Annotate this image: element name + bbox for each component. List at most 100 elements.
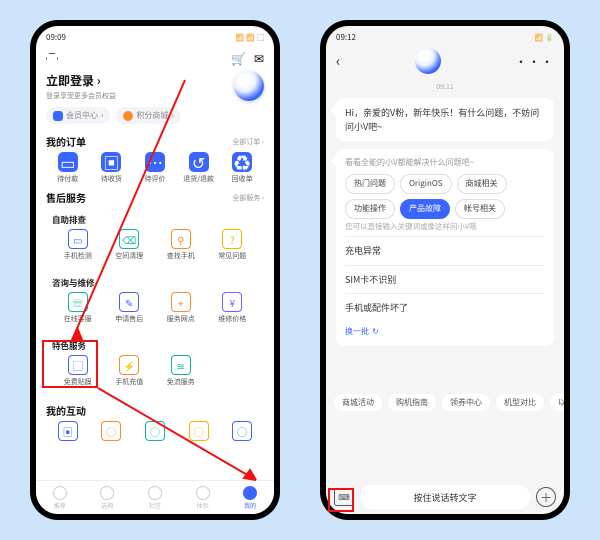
sugg-charge[interactable]: 充电异常 <box>345 236 545 265</box>
interact-5[interactable]: ◯ <box>220 421 264 441</box>
quick-coupon[interactable]: 领券中心 <box>442 394 490 411</box>
headset-icon: ☏ <box>68 292 88 312</box>
pill-points-mall[interactable]: 积分商城 › <box>116 107 180 124</box>
chip-fault[interactable]: 产品故障 <box>400 199 450 219</box>
quick-more[interactable]: 以 <box>550 394 564 411</box>
svc-find-phone[interactable]: ⚲查找手机 <box>155 229 207 261</box>
login-subtitle: 登录享受更多会员权益 <box>46 91 116 101</box>
interact-1[interactable]: ▣ <box>46 421 90 441</box>
chat-icon: ⋯ <box>145 152 165 172</box>
chip-account[interactable]: 帐号相关 <box>455 199 505 219</box>
locate-icon: ⚲ <box>171 229 191 249</box>
svc-film[interactable]: ▢免费贴膜 <box>52 355 104 387</box>
interact-icon: ◯ <box>101 421 121 441</box>
help-title: 看看全能的小V都能解决什么问题吧~ <box>345 157 545 169</box>
message-icon[interactable]: ✉ <box>254 50 264 67</box>
svc-freeflow[interactable]: ≋免流服务 <box>155 355 207 387</box>
status-icons: 📶📶▢ <box>234 32 264 43</box>
experience-icon <box>196 486 210 500</box>
shop-icon <box>100 486 114 500</box>
avatar[interactable] <box>234 71 264 101</box>
svc-recharge[interactable]: ⚡手机充值 <box>104 355 156 387</box>
phone-chat: 09:12 📶🔋 ‹ ••• 09:11 Hi，亲爱的V粉，新年快乐！有什么问题… <box>320 20 570 520</box>
plus-button[interactable]: ＋ <box>536 487 556 507</box>
interact-icon: ◯ <box>145 421 165 441</box>
settings-hex-icon[interactable] <box>46 53 58 65</box>
faq-icon: ? <box>222 229 242 249</box>
form-icon: ✎ <box>119 292 139 312</box>
heart-icon <box>53 486 67 500</box>
nav-shop[interactable]: 选购 <box>100 486 114 510</box>
flow-icon: ≋ <box>171 355 191 375</box>
interact-3[interactable]: ◯ <box>133 421 177 441</box>
refresh-button[interactable]: 换一批↻ <box>345 326 545 338</box>
svc-clean[interactable]: ⌫空间清理 <box>104 229 156 261</box>
interact-icon: ▣ <box>58 421 78 441</box>
order-pending-receive[interactable]: ▣待收货 <box>90 152 134 184</box>
community-icon <box>148 486 162 500</box>
pill-member-center[interactable]: 会员中心 › <box>46 107 110 124</box>
refund-icon: ↺ <box>189 152 209 172</box>
quick-row: 商城活动 购机指南 领券中心 机型对比 以 <box>326 390 564 415</box>
nav-experience[interactable]: 体验 <box>196 486 210 510</box>
sugg-broken[interactable]: 手机或配件坏了 <box>345 293 545 322</box>
refresh-icon: ↻ <box>372 326 379 338</box>
selfcheck-title: 自助排查 <box>52 214 258 226</box>
svc-phone-check[interactable]: ▭手机检测 <box>52 229 104 261</box>
status-time: 09:12 <box>336 32 356 43</box>
interact-2[interactable]: ◯ <box>90 421 134 441</box>
keyboard-icon[interactable]: ⌨ <box>334 488 354 506</box>
price-icon: ¥ <box>222 292 242 312</box>
quick-activity[interactable]: 商城活动 <box>334 394 382 411</box>
interact-4[interactable]: ◯ <box>177 421 221 441</box>
recycle-icon: ♻ <box>232 152 252 172</box>
login-block[interactable]: 立即登录 › 登录享受更多会员权益 <box>46 72 116 101</box>
clean-icon: ⌫ <box>119 229 139 249</box>
consult-title: 咨询与维修 <box>52 277 258 289</box>
box-icon: ▣ <box>101 152 121 172</box>
interact-icon: ◯ <box>189 421 209 441</box>
svc-faq[interactable]: ?常见问题 <box>207 229 259 261</box>
greeting-bubble: Hi，亲爱的V粉，新年快乐！有什么问题，不妨问问小V吧~ <box>336 98 554 141</box>
svc-service-center[interactable]: ⌖服务网点 <box>155 292 207 324</box>
more-button[interactable]: ••• <box>515 53 554 70</box>
aftersale-more[interactable]: 全部服务 › <box>232 193 264 203</box>
back-button[interactable]: ‹ <box>336 51 340 71</box>
svc-online-support[interactable]: ☏在线客服 <box>52 292 104 324</box>
order-pending-review[interactable]: ⋯待评价 <box>133 152 177 184</box>
wallet-icon: ▭ <box>58 152 78 172</box>
location-icon: ⌖ <box>171 292 191 312</box>
recharge-icon: ⚡ <box>119 355 139 375</box>
voice-input-button[interactable]: 按住说话转文字 <box>360 485 530 509</box>
chip-function[interactable]: 功能操作 <box>345 199 395 219</box>
status-bar: 09:09 📶📶▢ <box>36 28 274 46</box>
suggestion-hint: 您可以直接输入关键词或像这样问小V哦 <box>345 221 545 232</box>
nav-community[interactable]: 社区 <box>148 486 162 510</box>
input-bar: ⌨ 按住说话转文字 ＋ <box>326 480 564 514</box>
svc-apply-aftersale[interactable]: ✎申请售后 <box>104 292 156 324</box>
interact-title: 我的互动 <box>46 403 86 418</box>
sugg-sim[interactable]: SIM卡不识别 <box>345 265 545 294</box>
chip-originos[interactable]: OriginOS <box>400 174 452 194</box>
quick-compare[interactable]: 机型对比 <box>496 394 544 411</box>
chip-hot[interactable]: 热门问题 <box>345 174 395 194</box>
order-refund[interactable]: ↺退货/退款 <box>177 152 221 184</box>
nav-recommend[interactable]: 推荐 <box>53 486 67 510</box>
phone-profile: 09:09 📶📶▢ 🛒 ✉ 立即登录 › 登录享受更多会员权益 会员中心 › <box>30 20 280 520</box>
nav-mine[interactable]: 我的 <box>243 486 257 510</box>
quick-guide[interactable]: 购机指南 <box>388 394 436 411</box>
svc-repair-price[interactable]: ¥维修价格 <box>207 292 259 324</box>
phone-check-icon: ▭ <box>68 229 88 249</box>
chip-mall[interactable]: 商城相关 <box>457 174 507 194</box>
bottom-nav: 推荐 选购 社区 体验 我的 <box>36 480 274 514</box>
cart-icon[interactable]: 🛒 <box>231 50 246 67</box>
order-recycle[interactable]: ♻回收单 <box>220 152 264 184</box>
order-pending-pay[interactable]: ▭待付款 <box>46 152 90 184</box>
chat-timestamp: 09:11 <box>326 82 564 92</box>
aftersale-title: 售后服务 <box>46 190 86 205</box>
orders-more[interactable]: 全部订单 › <box>232 137 264 147</box>
film-icon: ▢ <box>68 355 88 375</box>
points-badge-icon <box>123 111 133 121</box>
bot-avatar <box>415 48 441 74</box>
orders-title: 我的订单 <box>46 134 86 149</box>
